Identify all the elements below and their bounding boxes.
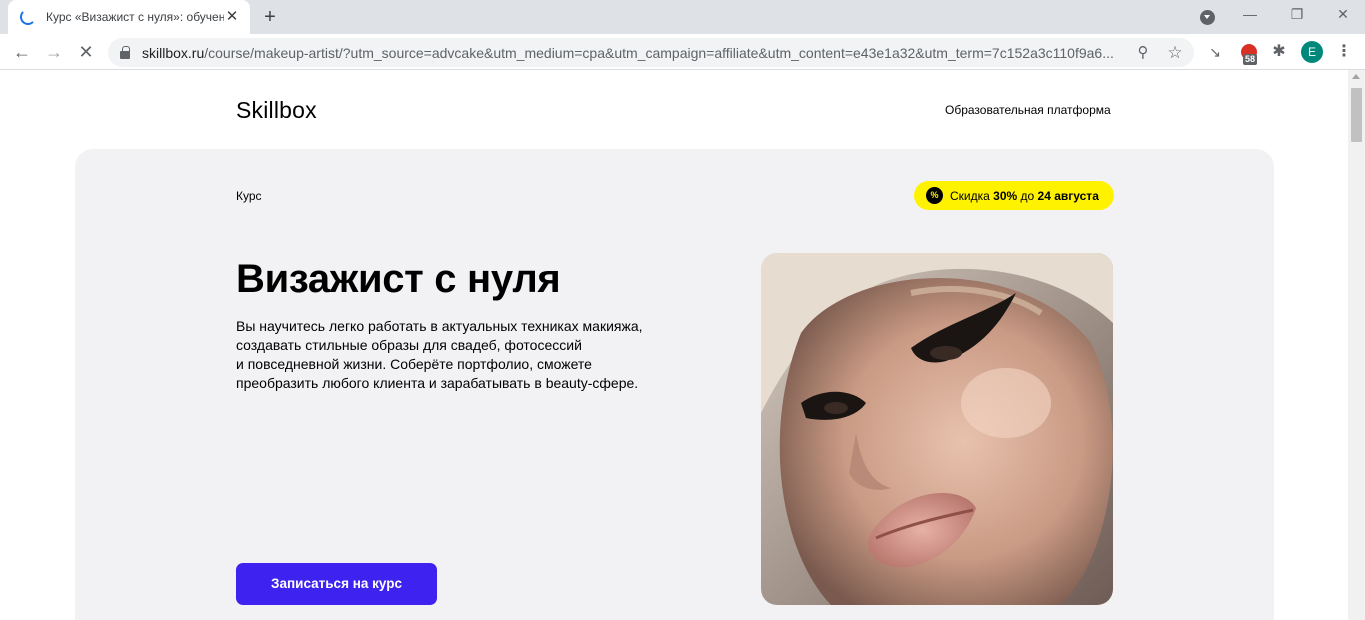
profile-avatar[interactable]: E [1301,41,1323,63]
lock-icon[interactable] [120,45,130,59]
percent-icon: % [926,187,943,204]
url-text[interactable]: skillbox.ru/course/makeup-artist/?utm_so… [142,45,1127,61]
platform-label: Образовательная платформа [945,103,1111,117]
close-tab-icon[interactable]: ✕ [224,9,240,25]
page-title: Визажист с нуля [236,257,561,301]
discount-text: Скидка 30% до 24 августа [950,188,1099,203]
browser-menu-icon[interactable]: ⋮ [1336,40,1352,64]
minimize-icon[interactable]: — [1240,6,1260,22]
course-description: Вы научитесь легко работать в актуальных… [236,318,643,391]
extension-icon[interactable]: ↘ [1206,43,1224,61]
bookmark-star-icon[interactable]: ☆ [1166,44,1184,61]
extensions-puzzle-icon[interactable]: ✱ [1270,43,1288,61]
window-close-icon[interactable]: ✕ [1333,6,1353,23]
tab-search-icon[interactable] [1200,10,1215,25]
tab-title: Курс «Визажист с нуля»: обучение [46,10,225,24]
course-hero-image [761,253,1113,605]
course-label: Курс [236,189,262,203]
extension-badge: 58 [1243,54,1258,65]
back-arrow-icon[interactable]: ← [10,40,34,64]
url-path: /course/makeup-artist/?utm_source=advcak… [204,44,1114,61]
page-viewport: Skillbox Образовательная платформа Курс … [0,70,1348,620]
browser-tab-bar: Курс «Визажист с нуля»: обучение ✕ + — ❐… [0,0,1365,34]
scroll-up-arrow-icon[interactable] [1352,74,1360,79]
stop-loading-icon[interactable]: ✕ [74,40,98,64]
zoom-icon[interactable]: ⚲ [1134,44,1152,61]
restore-icon[interactable]: ❐ [1287,6,1307,23]
loading-spinner-icon [20,9,36,25]
forward-arrow-icon[interactable]: → [42,40,66,64]
browser-tab[interactable]: Курс «Визажист с нуля»: обучение ✕ [8,0,250,34]
url-host: skillbox.ru [142,44,205,61]
new-tab-icon[interactable]: + [260,7,280,27]
skillbox-logo[interactable]: Skillbox [236,97,317,124]
page-scrollbar[interactable] [1348,70,1365,620]
browser-toolbar: ← → ✕ skillbox.ru/course/makeup-artist/?… [0,34,1365,70]
enroll-button[interactable]: Записаться на курс [236,563,437,605]
address-bar[interactable]: skillbox.ru/course/makeup-artist/?utm_so… [108,38,1194,67]
scrollbar-thumb[interactable] [1351,88,1362,142]
hero-section: Курс % Скидка 30% до 24 августа Визажист… [75,149,1274,620]
discount-badge[interactable]: % Скидка 30% до 24 августа [914,181,1114,210]
